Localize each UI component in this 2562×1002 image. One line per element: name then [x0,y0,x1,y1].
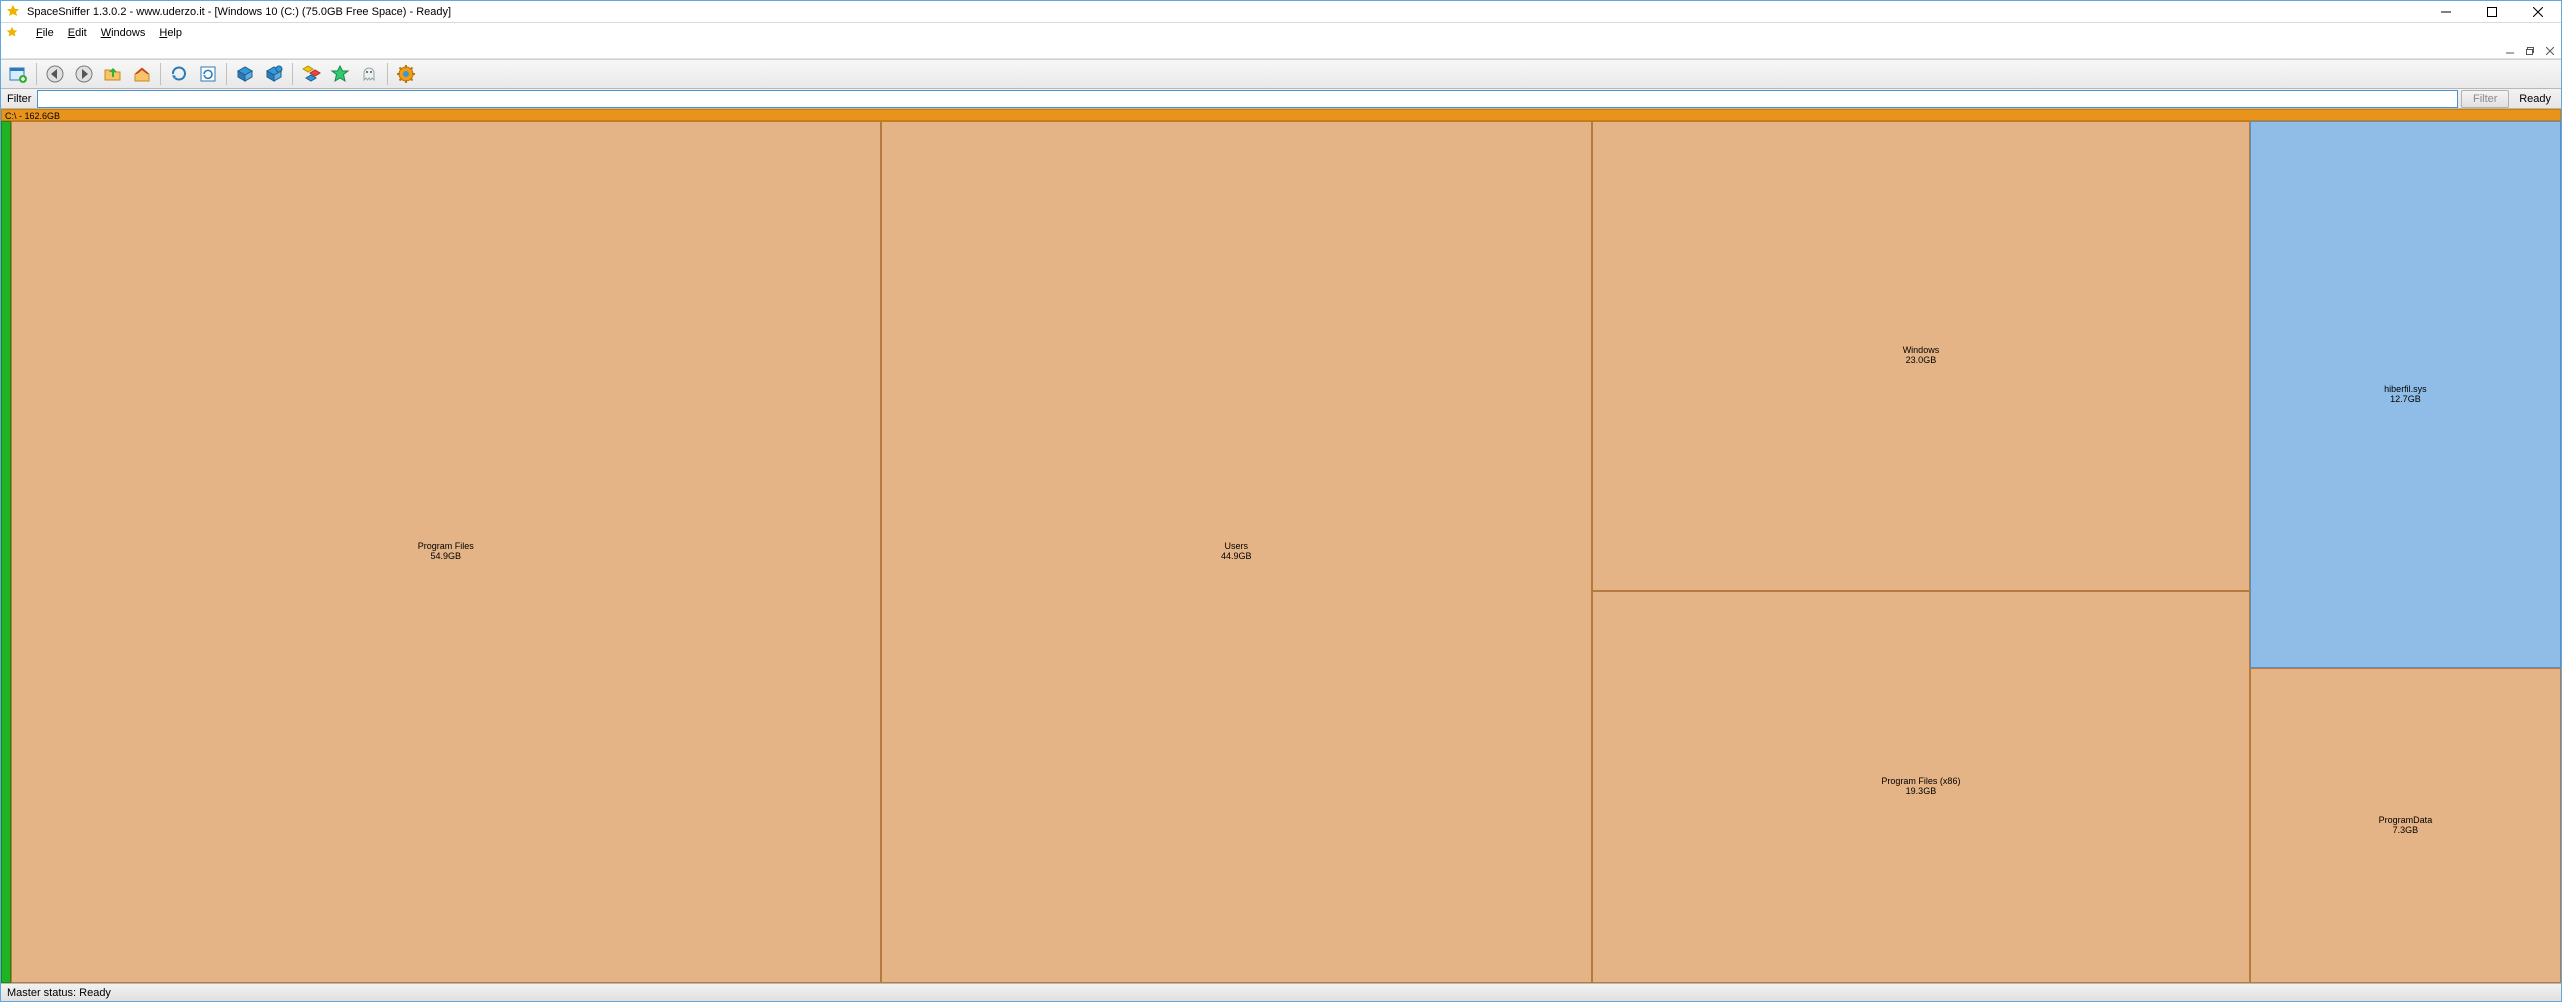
cell-size: 19.3GB [1906,787,1937,797]
minimize-button[interactable] [2423,1,2469,22]
scan-status-label: Ready [2509,93,2561,105]
status-text: Master status: Ready [7,987,111,999]
cell-size: 7.3GB [2393,826,2419,836]
window-title: SpaceSniffer 1.3.0.2 - www.uderzo.it - [… [27,6,451,18]
mdi-close-button[interactable] [2543,45,2557,57]
ghost-button[interactable] [356,61,382,87]
menubar: File Edit Windows Help [1,23,2561,43]
filterbar: Filter Filter Ready [1,89,2561,109]
go-up-button[interactable] [100,61,126,87]
tag-button[interactable] [327,61,353,87]
toolbar [1,59,2561,89]
cell-programdata[interactable]: ProgramData 7.3GB [2250,668,2561,983]
treemap-root: C:\ - 162.6GB Program Files 54.9GB Users… [1,109,2561,983]
treemap-grid: Program Files 54.9GB Users 44.9GB Window… [11,121,2561,983]
filter-label: Filter [1,93,37,105]
cell-program-files[interactable]: Program Files 54.9GB [11,121,881,983]
cell-size: 54.9GB [431,552,462,562]
go-home-button[interactable] [129,61,155,87]
cell-hiberfil[interactable]: hiberfil.sys 12.7GB [2250,121,2561,668]
rescan-button[interactable] [166,61,192,87]
menu-help[interactable]: Help [152,25,189,41]
mdi-controls [1,43,2561,59]
class-view-2-button[interactable] [261,61,287,87]
nav-forward-button[interactable] [71,61,97,87]
config-button[interactable] [393,61,419,87]
refresh-view-button[interactable] [195,61,221,87]
cell-size: 12.7GB [2390,395,2421,405]
filter-classes-button[interactable] [298,61,324,87]
cell-program-files-x86[interactable]: Program Files (x86) 19.3GB [1592,591,2250,983]
filter-input[interactable] [37,90,2458,108]
free-space-strip[interactable] [1,121,11,983]
new-scan-button[interactable] [5,61,31,87]
menu-file[interactable]: File [29,25,61,41]
mdi-app-icon [5,26,19,40]
menu-windows[interactable]: Windows [94,25,153,41]
mdi-minimize-button[interactable] [2503,45,2517,57]
maximize-button[interactable] [2469,1,2515,22]
nav-back-button[interactable] [42,61,68,87]
mdi-restore-button[interactable] [2523,45,2537,57]
cell-size: 44.9GB [1221,552,1252,562]
close-button[interactable] [2515,1,2561,22]
cell-size: 23.0GB [1906,356,1937,366]
titlebar: SpaceSniffer 1.3.0.2 - www.uderzo.it - [… [1,1,2561,23]
filter-button[interactable]: Filter [2461,90,2509,108]
cell-users[interactable]: Users 44.9GB [881,121,1592,983]
class-view-1-button[interactable] [232,61,258,87]
statusbar: Master status: Ready [1,983,2561,1001]
menu-edit[interactable]: Edit [61,25,94,41]
app-icon [5,4,21,20]
drive-header[interactable]: C:\ - 162.6GB [1,109,2561,121]
cell-windows[interactable]: Windows 23.0GB [1592,121,2250,591]
